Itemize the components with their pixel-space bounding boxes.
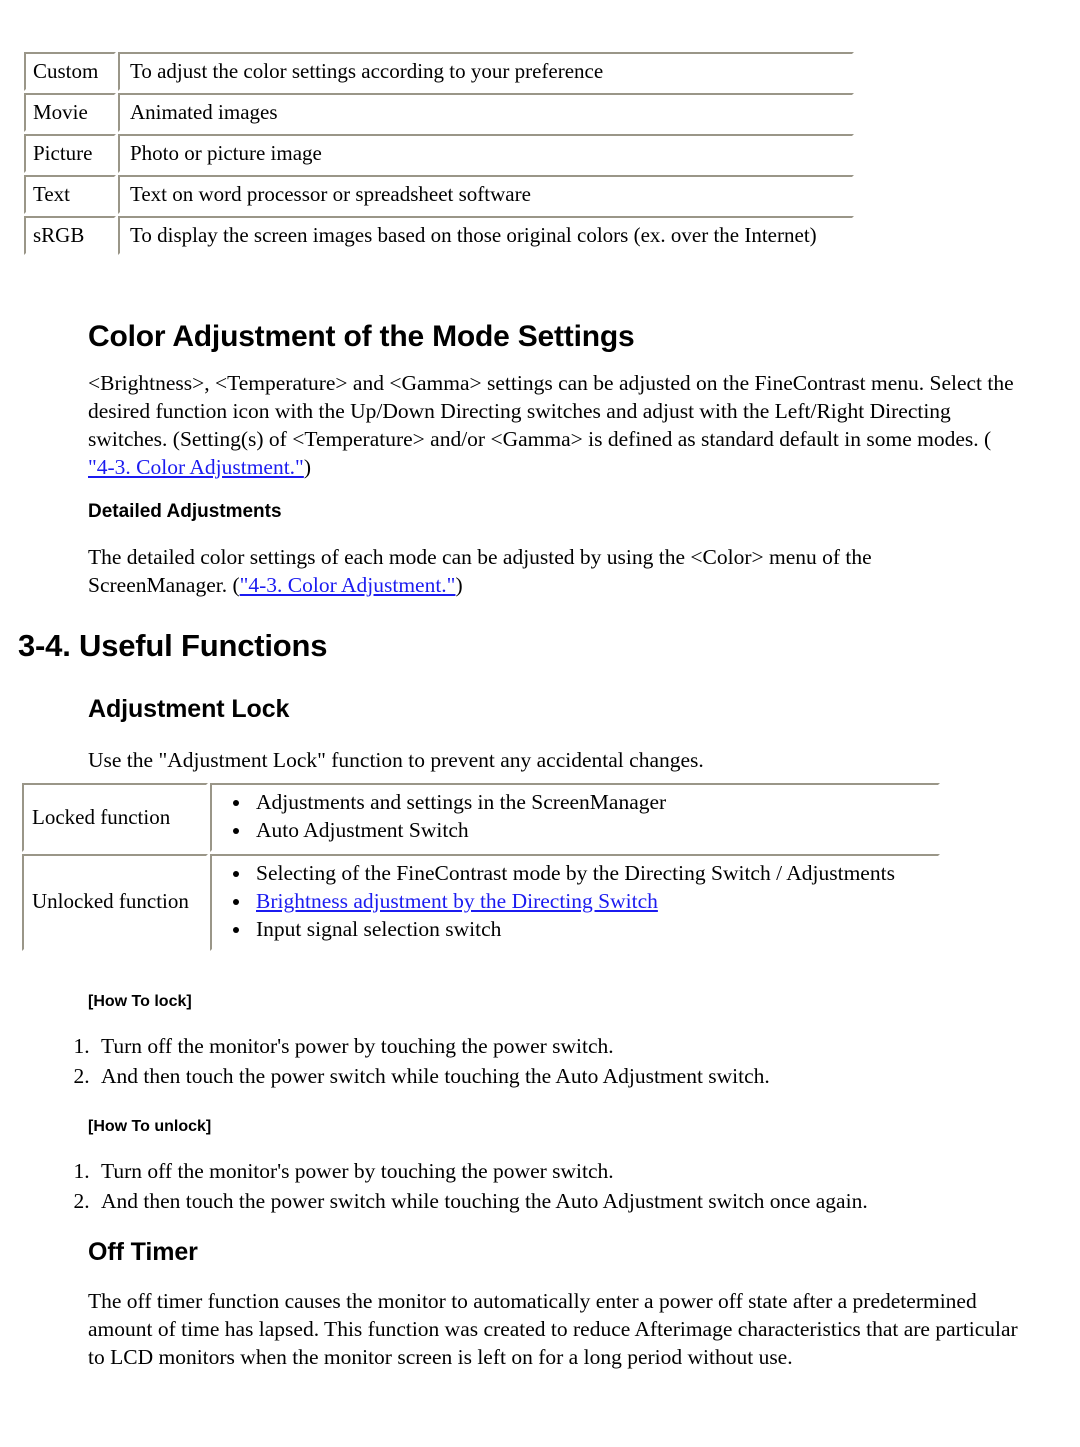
off-timer-heading: Off Timer <box>88 1238 198 1266</box>
detailed-adjustments-paragraph-wrap: The detailed color settings of each mode… <box>88 544 938 600</box>
mode-desc-cell: Animated images <box>118 93 854 132</box>
list-item-label: Input signal selection switch <box>256 916 502 941</box>
detailed-adjustments-link[interactable]: "4-3. Color Adjustment." <box>240 573 456 597</box>
detailed-adjustments-heading: Detailed Adjustments <box>88 501 282 522</box>
list-item-label: Adjustments and settings in the ScreenMa… <box>256 790 667 814</box>
list-item: Auto Adjustment Switch <box>252 817 932 845</box>
how-to-lock-heading: [How To lock] <box>88 993 192 1010</box>
modes-table-body: Custom To adjust the color settings acco… <box>24 52 854 255</box>
document-page: Custom To adjust the color settings acco… <box>0 50 1080 1447</box>
mode-desc-cell: To adjust the color settings according t… <box>118 52 854 91</box>
lock-items-cell: Selecting of the FineContrast mode by th… <box>210 853 940 951</box>
list-item[interactable]: Brightness adjustment by the Directing S… <box>252 888 932 916</box>
how-to-unlock-section: [How To unlock] <box>88 1118 988 1136</box>
table-row: Unlocked function Selecting of the FineC… <box>22 853 940 951</box>
detailed-text-after-link: ) <box>455 572 463 597</box>
color-adjustment-paragraph-wrap: <Brightness>, <Temperature> and <Gamma> … <box>88 370 1016 482</box>
off-timer-paragraph: The off timer function causes the monito… <box>88 1289 1018 1369</box>
color-adjustment-section: Color Adjustment of the Mode Settings <box>88 320 1018 354</box>
paragraph-text-before-link: <Brightness>, <Temperature> and <Gamma> … <box>88 371 1014 451</box>
adjustment-lock-section: Adjustment Lock <box>88 695 988 724</box>
mode-name-cell: Movie <box>24 93 116 132</box>
mode-name-cell: Picture <box>24 134 116 173</box>
how-to-lock-step-list: Turn off the monitor's power by touching… <box>40 1032 1000 1091</box>
step-text: And then touch the power switch while to… <box>101 1188 868 1213</box>
lock-table-wrap: Locked function Adjustments and settings… <box>0 781 942 953</box>
mode-name-cell: sRGB <box>24 216 116 255</box>
table-row: Picture Photo or picture image <box>24 134 854 173</box>
how-to-lock-steps-wrap: Turn off the monitor's power by touching… <box>40 1032 1000 1091</box>
table-row: Locked function Adjustments and settings… <box>22 783 940 852</box>
off-timer-paragraph-wrap: The off timer function causes the monito… <box>88 1288 1018 1372</box>
how-to-unlock-steps-wrap: Turn off the monitor's power by touching… <box>40 1157 1000 1216</box>
lock-label-cell: Unlocked function <box>22 853 208 951</box>
mode-desc-cell: Photo or picture image <box>118 134 854 173</box>
color-adjustment-paragraph: <Brightness>, <Temperature> and <Gamma> … <box>88 370 1016 482</box>
list-item: Selecting of the FineContrast mode by th… <box>252 860 932 888</box>
detailed-adjustments-section: Detailed Adjustments <box>88 501 1018 523</box>
useful-functions-heading: 3-4. Useful Functions <box>18 628 328 663</box>
mode-name-cell: Text <box>24 175 116 214</box>
how-to-lock-section: [How To lock] <box>88 993 988 1011</box>
unlocked-function-list: Selecting of the FineContrast mode by th… <box>218 860 932 944</box>
list-item: Turn off the monitor's power by touching… <box>95 1032 1000 1062</box>
list-item: Input signal selection switch <box>252 916 932 944</box>
list-item: And then touch the power switch while to… <box>95 1187 1000 1217</box>
color-adjustment-link[interactable]: "4-3. Color Adjustment." <box>88 455 304 479</box>
detailed-adjustments-paragraph: The detailed color settings of each mode… <box>88 544 938 600</box>
table-row: Movie Animated images <box>24 93 854 132</box>
locked-function-list: Adjustments and settings in the ScreenMa… <box>218 789 932 845</box>
list-item-label: Selecting of the FineContrast mode by th… <box>256 860 895 885</box>
list-item-label: Auto Adjustment Switch <box>256 817 469 842</box>
adjustment-lock-heading: Adjustment Lock <box>88 695 290 723</box>
list-item: Adjustments and settings in the ScreenMa… <box>252 789 932 817</box>
finecontrast-modes-table: Custom To adjust the color settings acco… <box>22 50 856 257</box>
brightness-adjustment-link[interactable]: Brightness adjustment by the Directing S… <box>256 889 658 913</box>
table-row: Custom To adjust the color settings acco… <box>24 52 854 91</box>
color-adjustment-heading: Color Adjustment of the Mode Settings <box>88 320 635 353</box>
useful-functions-section: 3-4. Useful Functions <box>18 628 918 664</box>
how-to-unlock-step-list: Turn off the monitor's power by touching… <box>40 1157 1000 1216</box>
list-item: Turn off the monitor's power by touching… <box>95 1157 1000 1187</box>
list-item: And then touch the power switch while to… <box>95 1062 1000 1092</box>
table-row: sRGB To display the screen images based … <box>24 216 854 255</box>
paragraph-text-after-link: ) <box>303 454 312 479</box>
mode-name-cell: Custom <box>24 52 116 91</box>
mode-desc-cell: Text on word processor or spreadsheet so… <box>118 175 854 214</box>
off-timer-section: Off Timer <box>88 1238 988 1267</box>
lock-table-body: Locked function Adjustments and settings… <box>22 783 940 951</box>
step-text: And then touch the power switch while to… <box>101 1063 770 1088</box>
detailed-text-before-link: The detailed color settings of each mode… <box>88 545 872 597</box>
mode-desc-cell: To display the screen images based on th… <box>118 216 854 255</box>
table-row: Text Text on word processor or spreadshe… <box>24 175 854 214</box>
lock-label-cell: Locked function <box>22 783 208 852</box>
step-text: Turn off the monitor's power by touching… <box>101 1159 614 1183</box>
adjustment-lock-table: Locked function Adjustments and settings… <box>20 781 942 953</box>
lock-items-cell: Adjustments and settings in the ScreenMa… <box>210 783 940 852</box>
how-to-unlock-heading: [How To unlock] <box>88 1118 212 1135</box>
adjustment-lock-intro: Use the "Adjustment Lock" function to pr… <box>88 748 704 772</box>
step-text: Turn off the monitor's power by touching… <box>101 1034 614 1058</box>
adjustment-lock-intro-wrap: Use the "Adjustment Lock" function to pr… <box>88 747 988 775</box>
